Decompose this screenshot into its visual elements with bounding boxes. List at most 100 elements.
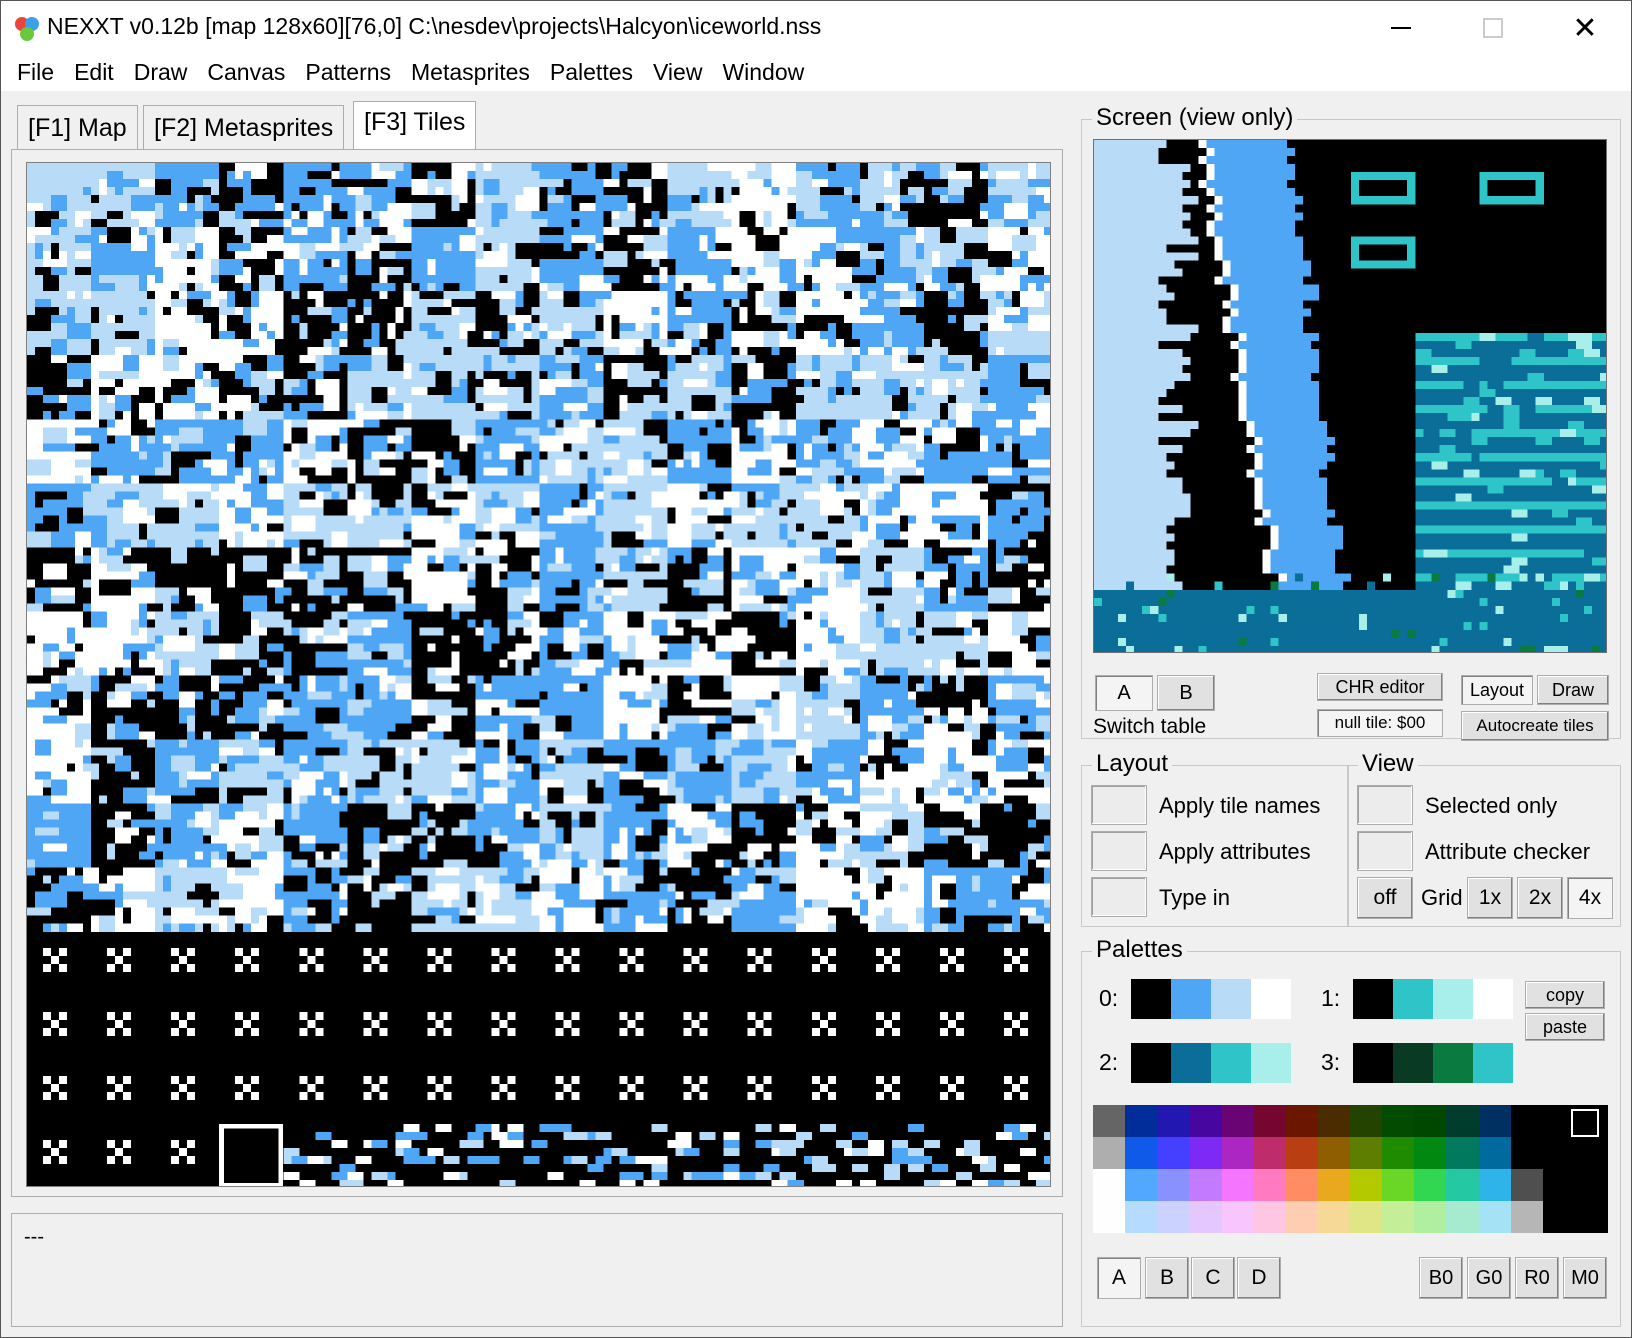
close-button[interactable]: ✕ xyxy=(1539,1,1631,55)
null-tile-field[interactable]: null tile: $00 xyxy=(1317,709,1443,737)
master-color-cell[interactable] xyxy=(1189,1105,1223,1137)
paste-palette-button[interactable]: paste xyxy=(1525,1013,1605,1041)
menu-palettes[interactable]: Palettes xyxy=(544,55,647,91)
nes-master-palette[interactable] xyxy=(1093,1105,1608,1233)
master-color-cell[interactable] xyxy=(1221,1201,1255,1233)
master-color-cell[interactable] xyxy=(1125,1201,1159,1233)
attribute-checker-toggle[interactable] xyxy=(1357,831,1413,871)
palette-2-swatch-0[interactable] xyxy=(1131,1043,1171,1083)
palette-set-c-button[interactable]: C xyxy=(1191,1257,1235,1299)
master-color-cell[interactable] xyxy=(1382,1169,1416,1201)
master-color-cell[interactable] xyxy=(1510,1105,1544,1137)
master-color-cell[interactable] xyxy=(1253,1105,1287,1137)
type-in-toggle[interactable] xyxy=(1091,877,1147,917)
tab-map[interactable]: [F1] Map xyxy=(17,105,138,149)
master-color-cell[interactable] xyxy=(1414,1137,1448,1169)
master-color-cell[interactable] xyxy=(1285,1105,1319,1137)
master-color-cell[interactable] xyxy=(1510,1201,1544,1233)
copy-palette-button[interactable]: copy xyxy=(1525,981,1605,1009)
master-color-cell[interactable] xyxy=(1221,1169,1255,1201)
master-color-cell[interactable] xyxy=(1542,1169,1576,1201)
master-color-cell[interactable] xyxy=(1125,1105,1159,1137)
palette-0-swatch-1[interactable] xyxy=(1171,979,1211,1019)
master-color-cell[interactable] xyxy=(1446,1105,1480,1137)
master-color-cell[interactable] xyxy=(1478,1201,1512,1233)
palette-1-swatch-1[interactable] xyxy=(1393,979,1433,1019)
master-color-cell[interactable] xyxy=(1157,1169,1191,1201)
grid-4x-button[interactable]: 4x xyxy=(1567,877,1613,919)
master-color-cell[interactable] xyxy=(1317,1201,1351,1233)
palette-1-swatch-2[interactable] xyxy=(1433,979,1473,1019)
master-color-cell[interactable] xyxy=(1189,1169,1223,1201)
emphasis-g-button[interactable]: G0 xyxy=(1467,1257,1511,1299)
master-color-cell[interactable] xyxy=(1574,1169,1608,1201)
draw-mode-button[interactable]: Draw xyxy=(1537,675,1609,705)
palette-2-swatch-1[interactable] xyxy=(1171,1043,1211,1083)
master-color-cell[interactable] xyxy=(1446,1137,1480,1169)
master-color-cell[interactable] xyxy=(1157,1137,1191,1169)
master-color-cell[interactable] xyxy=(1478,1105,1512,1137)
master-color-cell[interactable] xyxy=(1446,1169,1480,1201)
master-color-cell[interactable] xyxy=(1414,1105,1448,1137)
master-color-cell[interactable] xyxy=(1350,1137,1383,1169)
master-color-cell[interactable] xyxy=(1093,1169,1126,1201)
master-color-cell[interactable] xyxy=(1382,1105,1416,1137)
apply-attributes-toggle[interactable] xyxy=(1091,831,1147,871)
master-color-cell[interactable] xyxy=(1189,1137,1223,1169)
palette-set-a-button[interactable]: A xyxy=(1097,1257,1141,1299)
master-color-cell[interactable] xyxy=(1221,1105,1255,1137)
tab-tiles[interactable]: [F3] Tiles xyxy=(353,101,477,151)
master-color-cell[interactable] xyxy=(1350,1201,1383,1233)
palette-3-swatch-3[interactable] xyxy=(1473,1043,1513,1083)
master-color-cell[interactable] xyxy=(1446,1201,1480,1233)
master-color-cell[interactable] xyxy=(1157,1105,1191,1137)
menu-metasprites[interactable]: Metasprites xyxy=(405,55,544,91)
layout-mode-button[interactable]: Layout xyxy=(1461,675,1533,705)
menu-edit[interactable]: Edit xyxy=(68,55,128,91)
menu-draw[interactable]: Draw xyxy=(128,55,202,91)
master-color-cell[interactable] xyxy=(1350,1169,1383,1201)
master-color-cell[interactable] xyxy=(1478,1137,1512,1169)
master-color-cell[interactable] xyxy=(1574,1201,1608,1233)
master-color-cell[interactable] xyxy=(1285,1137,1319,1169)
master-color-cell[interactable] xyxy=(1350,1105,1383,1137)
emphasis-r-button[interactable]: R0 xyxy=(1515,1257,1559,1299)
master-color-cell[interactable] xyxy=(1542,1137,1576,1169)
master-color-cell[interactable] xyxy=(1382,1201,1416,1233)
master-color-cell[interactable] xyxy=(1317,1169,1351,1201)
palette-1-swatch-0[interactable] xyxy=(1353,979,1393,1019)
master-color-cell[interactable] xyxy=(1221,1137,1255,1169)
master-color-cell[interactable] xyxy=(1574,1137,1608,1169)
master-color-cell[interactable] xyxy=(1157,1201,1191,1233)
table-b-button[interactable]: B xyxy=(1157,675,1215,711)
master-color-cell[interactable] xyxy=(1414,1169,1448,1201)
palette-set-b-button[interactable]: B xyxy=(1145,1257,1189,1299)
selected-only-toggle[interactable] xyxy=(1357,785,1413,825)
menu-file[interactable]: File xyxy=(11,55,68,91)
master-color-cell[interactable] xyxy=(1285,1201,1319,1233)
grid-off-button[interactable]: off xyxy=(1357,877,1413,919)
emphasis-b-button[interactable]: B0 xyxy=(1419,1257,1463,1299)
palette-0-swatch-3[interactable] xyxy=(1251,979,1291,1019)
autocreate-tiles-button[interactable]: Autocreate tiles xyxy=(1461,711,1609,741)
master-color-cell[interactable] xyxy=(1542,1201,1576,1233)
menu-window[interactable]: Window xyxy=(716,55,818,91)
master-color-cell[interactable] xyxy=(1093,1105,1126,1137)
master-color-cell[interactable] xyxy=(1125,1137,1159,1169)
master-color-cell[interactable] xyxy=(1285,1169,1319,1201)
menu-canvas[interactable]: Canvas xyxy=(201,55,299,91)
palette-2-swatch-2[interactable] xyxy=(1211,1043,1251,1083)
tileset-canvas[interactable] xyxy=(26,162,1051,1187)
menu-view[interactable]: View xyxy=(647,55,716,91)
palette-2-swatch-3[interactable] xyxy=(1251,1043,1291,1083)
grid-2x-button[interactable]: 2x xyxy=(1517,877,1563,919)
palette-set-d-button[interactable]: D xyxy=(1237,1257,1281,1299)
monochrome-button[interactable]: M0 xyxy=(1563,1257,1607,1299)
master-color-cell[interactable] xyxy=(1510,1169,1544,1201)
master-color-cell[interactable] xyxy=(1382,1137,1416,1169)
palette-1-swatch-3[interactable] xyxy=(1473,979,1513,1019)
palette-0-swatch-0[interactable] xyxy=(1131,979,1171,1019)
table-a-button[interactable]: A xyxy=(1095,675,1153,711)
palette-3-swatch-0[interactable] xyxy=(1353,1043,1393,1083)
grid-1x-button[interactable]: 1x xyxy=(1467,877,1513,919)
